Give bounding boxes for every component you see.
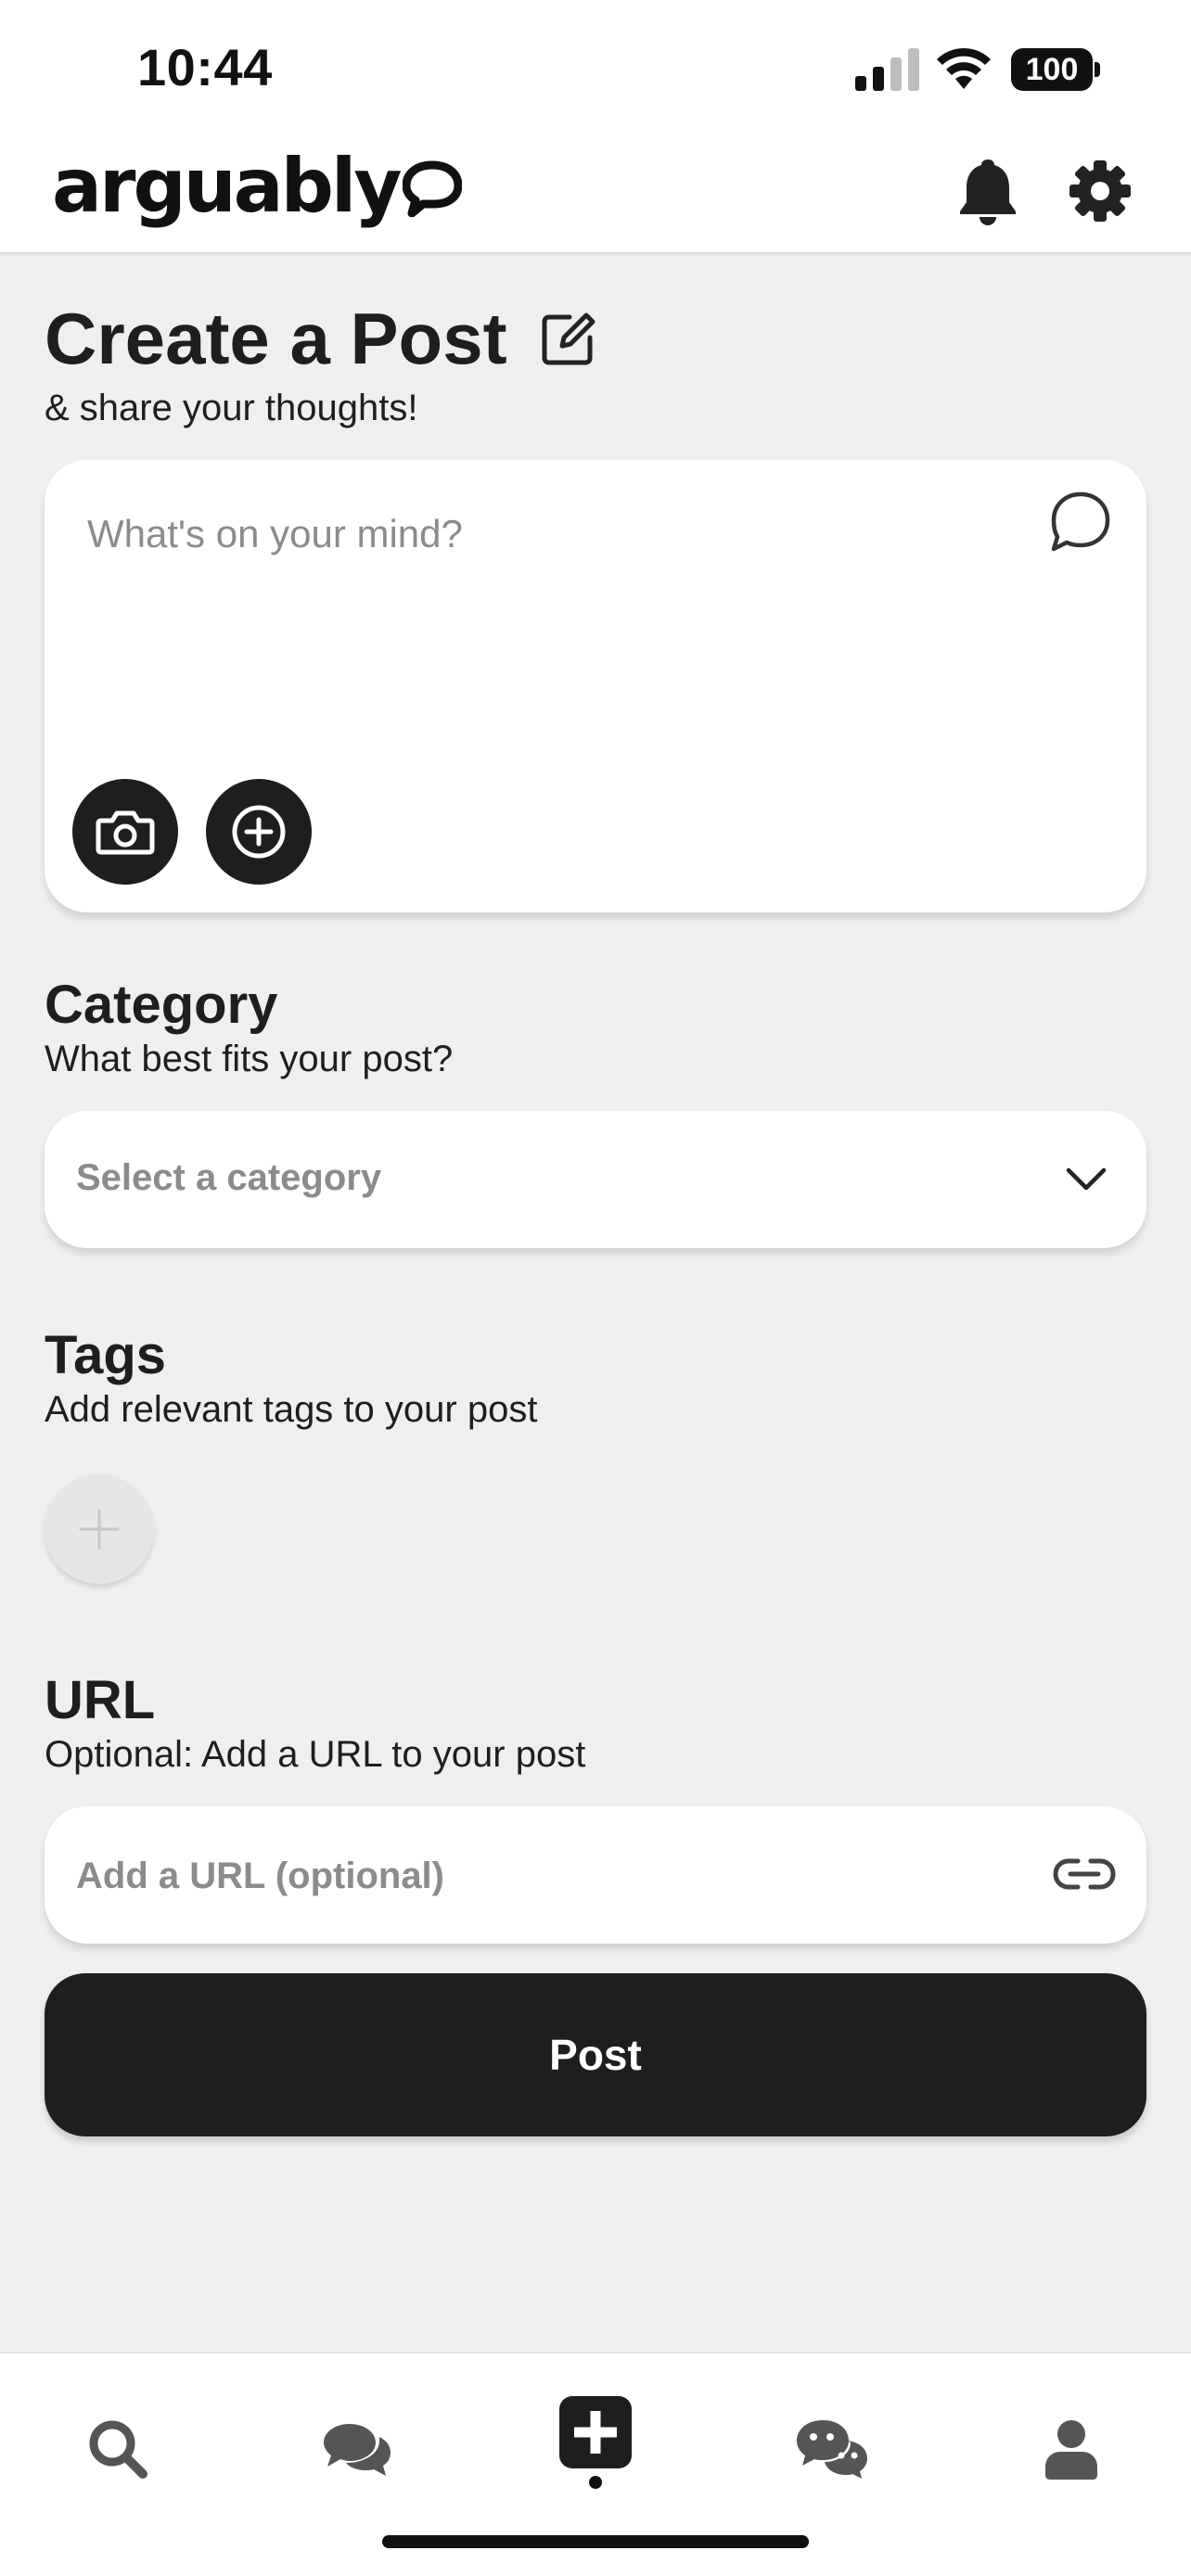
battery-tip — [1095, 62, 1100, 77]
plus-icon — [79, 1509, 120, 1549]
battery-indicator: 100 — [1011, 48, 1100, 91]
category-subtitle: What best fits your post? — [45, 1039, 454, 1079]
tags-subtitle: Add relevant tags to your post — [45, 1389, 538, 1430]
category-title: Category — [45, 975, 278, 1035]
category-select[interactable]: Select a category — [45, 1111, 1146, 1248]
add-attachment-button[interactable] — [206, 779, 312, 885]
create-post-icon — [559, 2396, 632, 2468]
active-tab-indicator — [589, 2476, 602, 2489]
compose-card — [45, 460, 1146, 912]
post-text-input[interactable] — [87, 497, 996, 571]
chat-bubbles-icon — [324, 2424, 391, 2476]
wifi-icon — [937, 47, 991, 89]
home-indicator — [382, 2535, 809, 2548]
nav-create-post[interactable] — [554, 2391, 637, 2474]
nav-profile[interactable] — [1030, 2407, 1113, 2491]
status-time: 10:44 — [137, 38, 273, 96]
camera-icon — [96, 810, 155, 855]
edit-icon — [542, 312, 596, 365]
post-button[interactable]: Post — [45, 1973, 1146, 2136]
tags-title: Tags — [45, 1325, 167, 1385]
chevron-down-icon — [1066, 1167, 1107, 1191]
nav-search[interactable] — [76, 2407, 160, 2491]
logo-text: arguably — [52, 142, 402, 229]
messages-icon — [797, 2420, 867, 2479]
app-logo[interactable]: arguably — [52, 139, 463, 232]
url-subtitle: Optional: Add a URL to your post — [45, 1734, 586, 1775]
category-placeholder: Select a category — [76, 1157, 382, 1198]
logo-speech-bubble-icon — [403, 160, 463, 217]
url-input[interactable] — [76, 1843, 1004, 1908]
url-field — [45, 1806, 1146, 1944]
search-icon — [89, 2420, 147, 2479]
top-bar: 10:44 100 arguably — [0, 0, 1191, 252]
profile-icon — [1045, 2420, 1097, 2480]
url-title: URL — [45, 1670, 156, 1730]
link-icon — [1053, 1858, 1116, 1890]
add-photo-button[interactable] — [72, 779, 178, 885]
page-title: Create a Post — [45, 298, 507, 379]
plus-circle-icon — [232, 805, 286, 859]
settings-gear-icon[interactable] — [1069, 159, 1132, 223]
battery-level: 100 — [1011, 48, 1093, 91]
nav-messages[interactable] — [790, 2407, 874, 2491]
add-tag-button[interactable] — [45, 1474, 154, 1584]
notifications-bell-icon[interactable] — [957, 156, 1018, 226]
chat-bubble-icon — [1051, 491, 1110, 552]
page-subtitle: & share your thoughts! — [45, 388, 418, 428]
nav-discussions[interactable] — [315, 2407, 399, 2491]
cellular-signal-icon — [855, 48, 919, 91]
